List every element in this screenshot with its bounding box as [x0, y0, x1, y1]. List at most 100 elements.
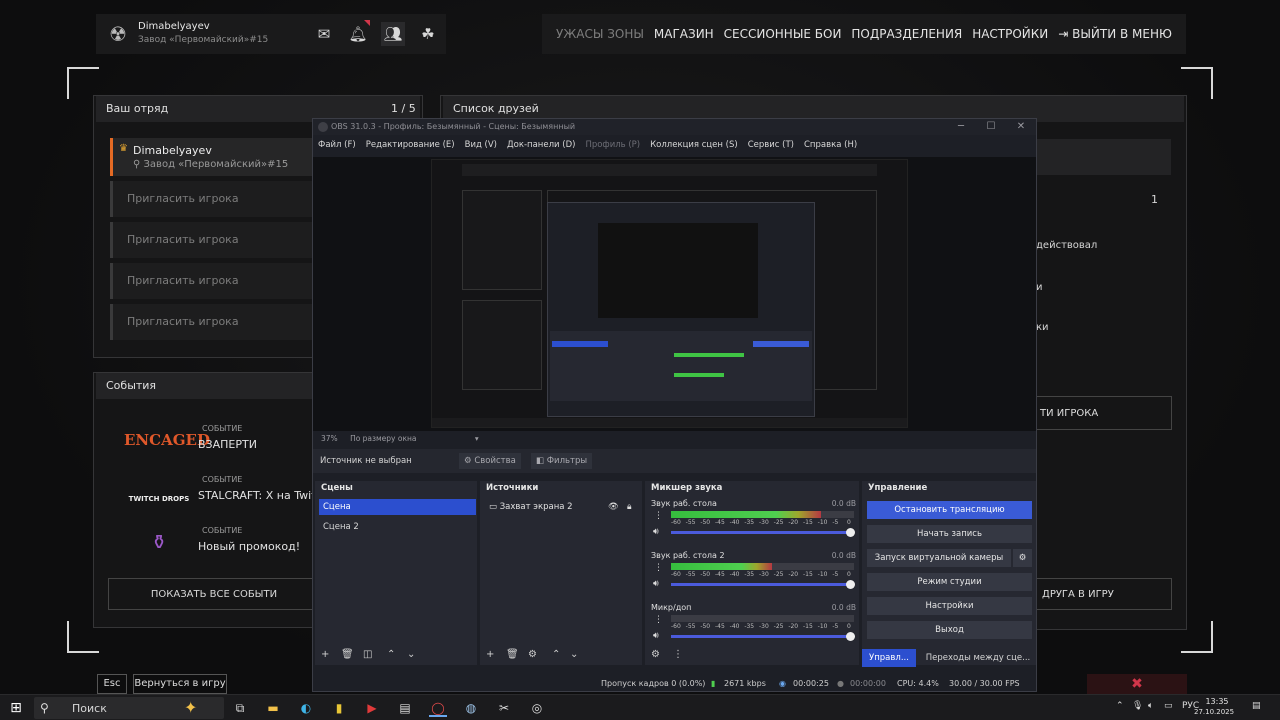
remove-source-icon[interactable]: 🗑︎	[506, 649, 519, 660]
task-view-icon[interactable]: ⧉	[231, 699, 249, 717]
speaker-tray-icon[interactable]: 🔈︎	[1148, 701, 1153, 711]
friends-icon[interactable]: 👥︎	[381, 22, 405, 46]
remove-scene-icon[interactable]: 🗑︎	[341, 649, 354, 660]
eye-icon[interactable]: 👁︎	[608, 499, 619, 515]
windows-start-icon[interactable]: ⊞	[8, 700, 24, 716]
stop-stream-button[interactable]: Остановить трансляцию	[867, 501, 1032, 519]
esc-key-hint[interactable]: Esc	[97, 674, 127, 694]
close-icon[interactable]: ✕	[1013, 119, 1029, 135]
kebab-menu-icon[interactable]: ⋮	[654, 563, 663, 573]
taskbar-search[interactable]: ⚲ Поиск ✦	[34, 697, 224, 719]
close-red-icon[interactable]: ✖	[1087, 674, 1187, 694]
speaker-icon[interactable]: 🔊︎	[653, 631, 659, 641]
menu-settings[interactable]: НАСТРОЙКИ	[972, 27, 1048, 41]
invite-slot-4[interactable]: Пригласить игрока	[110, 304, 320, 340]
mail-icon[interactable]: ✉	[312, 22, 336, 46]
friend-row-3[interactable]: ки	[1036, 322, 1171, 333]
capcut-icon[interactable]: ✂	[495, 699, 513, 717]
mini-taskbar	[432, 418, 907, 427]
event-item-2[interactable]: TWITCH DROPS СОБЫТИЕ STALCRAFT: X на Twi…	[120, 469, 320, 513]
tab-controls[interactable]: Управл...	[862, 649, 916, 667]
tab-transitions[interactable]: Переходы между сце...	[919, 649, 1036, 667]
youtube-icon[interactable]: ▶	[363, 699, 381, 717]
properties-button[interactable]: ⚙ Свойства	[459, 453, 521, 469]
add-scene-icon[interactable]: +	[321, 649, 329, 660]
friend-row-2[interactable]: и	[1036, 282, 1171, 293]
back-to-game-button[interactable]: Вернуться в игру	[133, 674, 227, 694]
menu-tools[interactable]: Сервис (T)	[743, 137, 799, 153]
invite-slot-1[interactable]: Пригласить игрока	[110, 181, 320, 217]
volume-slider[interactable]	[671, 632, 855, 641]
mixer-settings-icon[interactable]: ⚙	[651, 649, 660, 660]
event-item-3[interactable]: ⚱ СОБЫТИЕ Новый промокод!	[120, 520, 320, 564]
friend-row-1[interactable]: действовал	[1036, 240, 1171, 251]
invite-slot-2[interactable]: Пригласить игрока	[110, 222, 320, 258]
mixer-menu-icon[interactable]: ⋮	[673, 649, 683, 660]
menu-help[interactable]: Справка (H)	[799, 137, 862, 153]
obs-preview[interactable]	[313, 157, 1036, 431]
app-yellow-icon[interactable]: ▮	[330, 699, 348, 717]
source-item[interactable]: ▭ Захват экрана 2 👁︎ 🔒︎	[485, 499, 640, 515]
exit-to-menu-button[interactable]: ⇥ ВЫЙТИ В МЕНЮ	[1058, 27, 1172, 41]
filters-button[interactable]: ◧ Фильтры	[531, 453, 593, 469]
studio-mode-button[interactable]: Режим студии	[867, 573, 1032, 591]
add-source-icon[interactable]: +	[486, 649, 494, 660]
slider-knob[interactable]	[846, 580, 855, 589]
tray-chevron-icon[interactable]: ⌃	[1116, 701, 1124, 711]
settings-button[interactable]: Настройки	[867, 597, 1032, 615]
source-settings-icon[interactable]: ⚙	[528, 649, 537, 660]
mic-icon[interactable]: 🎙︎	[1132, 701, 1143, 711]
obs-taskbar-icon[interactable]: ◎	[528, 699, 546, 717]
start-recording-button[interactable]: Начать запись	[867, 525, 1032, 543]
speaker-icon[interactable]: 🔊︎	[653, 527, 659, 537]
scene-item-1[interactable]: Сцена	[319, 499, 476, 515]
virtual-camera-button[interactable]: Запуск виртуальной камеры	[867, 549, 1011, 567]
kebab-menu-icon[interactable]: ⋮	[654, 615, 663, 625]
lock-icon[interactable]: 🔒︎	[627, 499, 632, 515]
opera-icon[interactable]: ◯	[429, 699, 447, 717]
source-up-icon[interactable]: ⌃	[552, 649, 560, 660]
menu-edit[interactable]: Редактирование (E)	[361, 137, 460, 153]
slider-knob[interactable]	[846, 528, 855, 537]
explorer-icon[interactable]: ▬	[264, 699, 282, 717]
squad-icon[interactable]: ☘	[416, 22, 440, 46]
invite-slot-3[interactable]: Пригласить игрока	[110, 263, 320, 299]
exit-button[interactable]: Выход	[867, 621, 1032, 639]
maximize-icon[interactable]: ☐	[983, 119, 999, 135]
volume-slider[interactable]	[671, 580, 855, 589]
steam-icon[interactable]: ◍	[462, 699, 480, 717]
kebab-menu-icon[interactable]: ⋮	[654, 511, 663, 521]
scene-down-icon[interactable]: ⌄	[407, 649, 415, 660]
scene-up-icon[interactable]: ⌃	[387, 649, 395, 660]
minimize-icon[interactable]: ─	[953, 119, 969, 135]
speaker-icon[interactable]: 🔊︎	[653, 579, 659, 589]
clock[interactable]: 13:35 27.10.2025	[1194, 697, 1234, 717]
menu-file[interactable]: Файл (F)	[313, 137, 361, 153]
menu-divisions[interactable]: ПОДРАЗДЕЛЕНИЯ	[851, 27, 962, 41]
invite-friend-to-game-button[interactable]: ДРУГА В ИГРУ	[1036, 578, 1172, 610]
battery-icon[interactable]: ▭	[1164, 701, 1173, 711]
zoom-indicator[interactable]: 37% По размеру окна ▾	[321, 434, 479, 443]
bell-icon[interactable]: 🔔︎	[346, 20, 370, 46]
app-gray-icon[interactable]: ▤	[396, 699, 414, 717]
slider-knob[interactable]	[846, 632, 855, 641]
menu-view[interactable]: Вид (V)	[460, 137, 502, 153]
scene-item-2[interactable]: Сцена 2	[319, 519, 476, 535]
event-title: Новый промокод!	[198, 540, 301, 553]
menu-zone-horrors[interactable]: УЖАСЫ ЗОНЫ	[556, 27, 644, 41]
menu-shop[interactable]: МАГАЗИН	[654, 27, 714, 41]
source-down-icon[interactable]: ⌄	[570, 649, 578, 660]
notification-icon[interactable]: ▤	[1252, 701, 1261, 711]
menu-session-battles[interactable]: СЕССИОННЫЕ БОИ	[724, 27, 842, 41]
event-item-1[interactable]: ENCAGED СОБЫТИЕ ВЗАПЕРТИ	[120, 418, 320, 462]
scene-filter-icon[interactable]: ◫	[363, 649, 372, 660]
virtual-camera-settings[interactable]: ⚙	[1013, 549, 1032, 567]
menu-profile[interactable]: Профиль (P)	[580, 137, 645, 153]
menu-scene-collection[interactable]: Коллекция сцен (S)	[645, 137, 743, 153]
show-all-events-button[interactable]: ПОКАЗАТЬ ВСЕ СОБЫТИ	[108, 578, 320, 610]
menu-docks[interactable]: Док-панели (D)	[502, 137, 580, 153]
edge-icon[interactable]: ◐	[297, 699, 315, 717]
volume-slider[interactable]	[671, 528, 855, 537]
invite-player-button[interactable]: ТИ ИГРОКА	[1036, 396, 1172, 430]
squad-member[interactable]: ♛ Dimabelyayev ⚲ Завод «Первомайский»#15	[110, 138, 320, 176]
